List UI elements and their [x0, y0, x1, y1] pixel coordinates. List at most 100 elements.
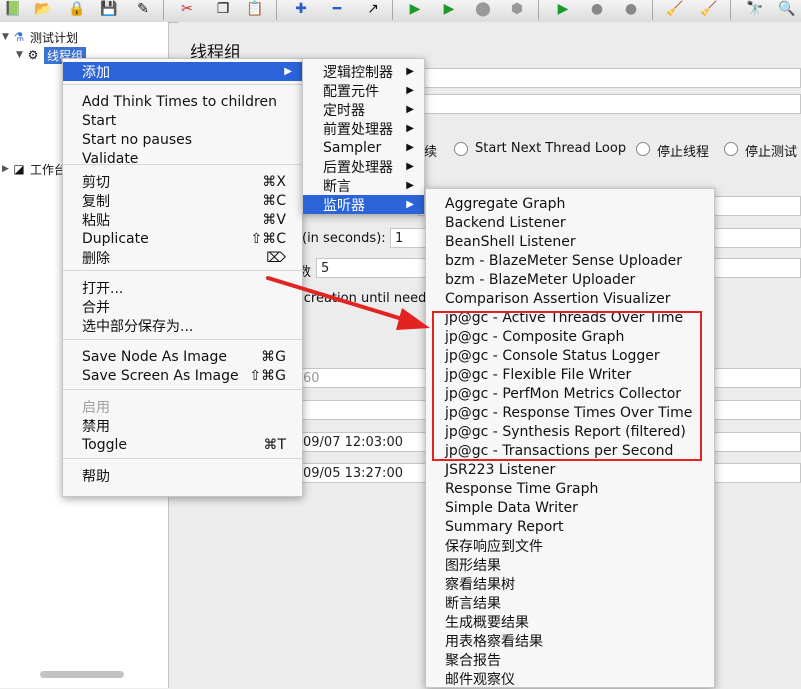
remote-shutdown-icon[interactable]: ● [620, 0, 642, 18]
context-menu-item-0[interactable]: 添加 ▶ [63, 62, 302, 81]
listener-item-1[interactable]: Backend Listener [426, 213, 714, 232]
listener-item-19[interactable]: 图形结果 [426, 555, 714, 574]
menu-item-label: Aggregate Graph [445, 195, 566, 212]
expand-triangle-icon[interactable]: ▼ [2, 32, 12, 42]
menu-item-label: 添加 [82, 64, 110, 81]
save-icon[interactable]: 💾 [98, 0, 120, 18]
listener-item-23[interactable]: 用表格察看结果 [426, 631, 714, 650]
menu-item-label: 选中部分保存为... [82, 318, 194, 335]
context-menu-item-7[interactable]: 粘贴 ⌘V [63, 210, 302, 229]
context-menu-item-5[interactable]: 剪切 ⌘X [63, 172, 302, 191]
edit-icon[interactable]: ✎ [132, 0, 154, 18]
menu-item-shortcut: ⇧⌘C [250, 230, 286, 247]
submenu-arrow-icon: ▶ [406, 161, 414, 172]
tree-node-test-plan[interactable]: ▼ ⚗ 测试计划 [2, 28, 78, 46]
listener-item-0[interactable]: Aggregate Graph [426, 194, 714, 213]
paste-icon[interactable]: 📋 [244, 0, 266, 18]
expand-triangle-icon[interactable]: ▼ [16, 50, 26, 60]
menu-item-label: Backend Listener [445, 214, 566, 231]
add-submenu-item-5[interactable]: 后置处理器 ▶ [303, 157, 424, 176]
submenu-arrow-icon: ▶ [406, 85, 414, 96]
radio-stop-test[interactable] [724, 142, 738, 156]
context-menu-item-4[interactable]: Validate [63, 149, 302, 168]
listener-item-15[interactable]: Response Time Graph [426, 479, 714, 498]
context-menu-item-8[interactable]: Duplicate ⇧⌘C [63, 229, 302, 248]
search-icon[interactable]: 🔭 [744, 0, 766, 18]
tree-horizontal-scrollbar[interactable] [40, 671, 124, 678]
radio-label-continue: 续 [424, 145, 438, 160]
listener-item-17[interactable]: Summary Report [426, 517, 714, 536]
context-menu-item-14[interactable]: Save Screen As Image ⇧⌘G [63, 366, 302, 385]
workbench-icon: ◪ [13, 162, 25, 176]
context-menu-item-6[interactable]: 复制 ⌘C [63, 191, 302, 210]
menu-item-label: 定时器 [323, 102, 365, 119]
radio-stop-thread[interactable] [636, 142, 650, 156]
submenu-arrow-icon: ▶ [406, 142, 414, 153]
add-submenu-item-1[interactable]: 配置元件 ▶ [303, 81, 424, 100]
listener-item-2[interactable]: BeanShell Listener [426, 232, 714, 251]
listener-item-20[interactable]: 察看结果树 [426, 574, 714, 593]
start-no-pause-icon[interactable]: ▶ [438, 0, 460, 18]
expand-icon[interactable]: ✚ [290, 0, 312, 18]
menu-item-shortcut: ⌘V [262, 211, 286, 228]
listener-item-24[interactable]: 聚合报告 [426, 650, 714, 669]
menu-item-label: bzm - BlazeMeter Uploader [445, 271, 636, 288]
toggle-icon[interactable]: ↗ [362, 0, 384, 18]
listener-item-16[interactable]: Simple Data Writer [426, 498, 714, 517]
menu-item-label: Validate [82, 150, 139, 167]
add-submenu-item-4[interactable]: Sampler ▶ [303, 138, 424, 157]
menu-separator [63, 458, 302, 459]
submenu-arrow-icon: ▶ [406, 123, 414, 134]
menu-item-shortcut: ⌘T [263, 436, 286, 453]
menu-item-label: 帮助 [82, 468, 110, 485]
radio-start-next-loop[interactable] [454, 142, 468, 156]
listener-item-4[interactable]: bzm - BlazeMeter Uploader [426, 270, 714, 289]
reset-search-icon[interactable]: 🔍 [776, 0, 798, 18]
clear-all-icon[interactable]: 🧹 [698, 0, 720, 18]
collapse-icon[interactable]: ━ [326, 0, 348, 18]
add-submenu-item-0[interactable]: 逻辑控制器 ▶ [303, 62, 424, 81]
stop-icon[interactable]: ⬤ [472, 0, 494, 18]
remote-start-icon[interactable]: ▶ [552, 0, 574, 18]
listener-item-18[interactable]: 保存响应到文件 [426, 536, 714, 555]
listener-item-14[interactable]: JSR223 Listener [426, 460, 714, 479]
add-submenu-item-6[interactable]: 断言 ▶ [303, 176, 424, 195]
radio-label-stop-test: 停止测试 [745, 145, 798, 160]
menu-item-label: 断言结果 [445, 595, 501, 612]
add-submenu-item-7[interactable]: 监听器 ▶ [303, 195, 424, 214]
context-menu-item-3[interactable]: Start no pauses [63, 130, 302, 149]
context-menu-item-9[interactable]: 删除 ⌦ [63, 248, 302, 267]
menu-item-label: 监听器 [323, 197, 365, 214]
listener-item-5[interactable]: Comparison Assertion Visualizer [426, 289, 714, 308]
cut-icon[interactable]: ✂ [176, 0, 198, 18]
listener-item-3[interactable]: bzm - BlazeMeter Sense Uploader [426, 251, 714, 270]
listener-item-25[interactable]: 邮件观察仪 [426, 669, 714, 688]
listener-item-22[interactable]: 生成概要结果 [426, 612, 714, 631]
context-menu-item-18[interactable]: 帮助 [63, 466, 302, 485]
add-submenu-item-3[interactable]: 前置处理器 ▶ [303, 119, 424, 138]
collapse-triangle-icon[interactable]: ▶ [2, 164, 12, 174]
lock-icon[interactable]: 🔒 [66, 0, 88, 18]
add-submenu-item-2[interactable]: 定时器 ▶ [303, 100, 424, 119]
rampup-label: (in seconds): [302, 231, 386, 246]
clear-icon[interactable]: 🧹 [664, 0, 686, 18]
remote-stop-icon[interactable]: ● [586, 0, 608, 18]
menu-item-shortcut: ⇧⌘G [249, 367, 286, 384]
context-menu-item-17[interactable]: Toggle ⌘T [63, 435, 302, 454]
templates-icon[interactable]: 📗 [2, 0, 24, 18]
start-icon[interactable]: ▶ [404, 0, 426, 18]
context-menu-item-1[interactable]: Add Think Times to children [63, 92, 302, 111]
tree-node-label: 工作台 [30, 162, 67, 177]
menu-item-label: 合并 [82, 299, 110, 316]
shutdown-icon[interactable]: ⬢ [506, 0, 528, 18]
context-menu-item-2[interactable]: Start [63, 111, 302, 130]
open-icon[interactable]: 📂 [32, 0, 54, 18]
context-menu-item-13[interactable]: Save Node As Image ⌘G [63, 347, 302, 366]
listener-item-21[interactable]: 断言结果 [426, 593, 714, 612]
copy-icon[interactable]: ❐ [212, 0, 234, 18]
menu-item-label: 复制 [82, 193, 110, 210]
tree-node-workbench[interactable]: ▶ ◪ 工作台 [2, 160, 66, 178]
menu-item-label: 删除 [82, 250, 110, 267]
context-menu-item-16[interactable]: 禁用 [63, 416, 302, 435]
menu-item-label: 启用 [82, 399, 110, 416]
